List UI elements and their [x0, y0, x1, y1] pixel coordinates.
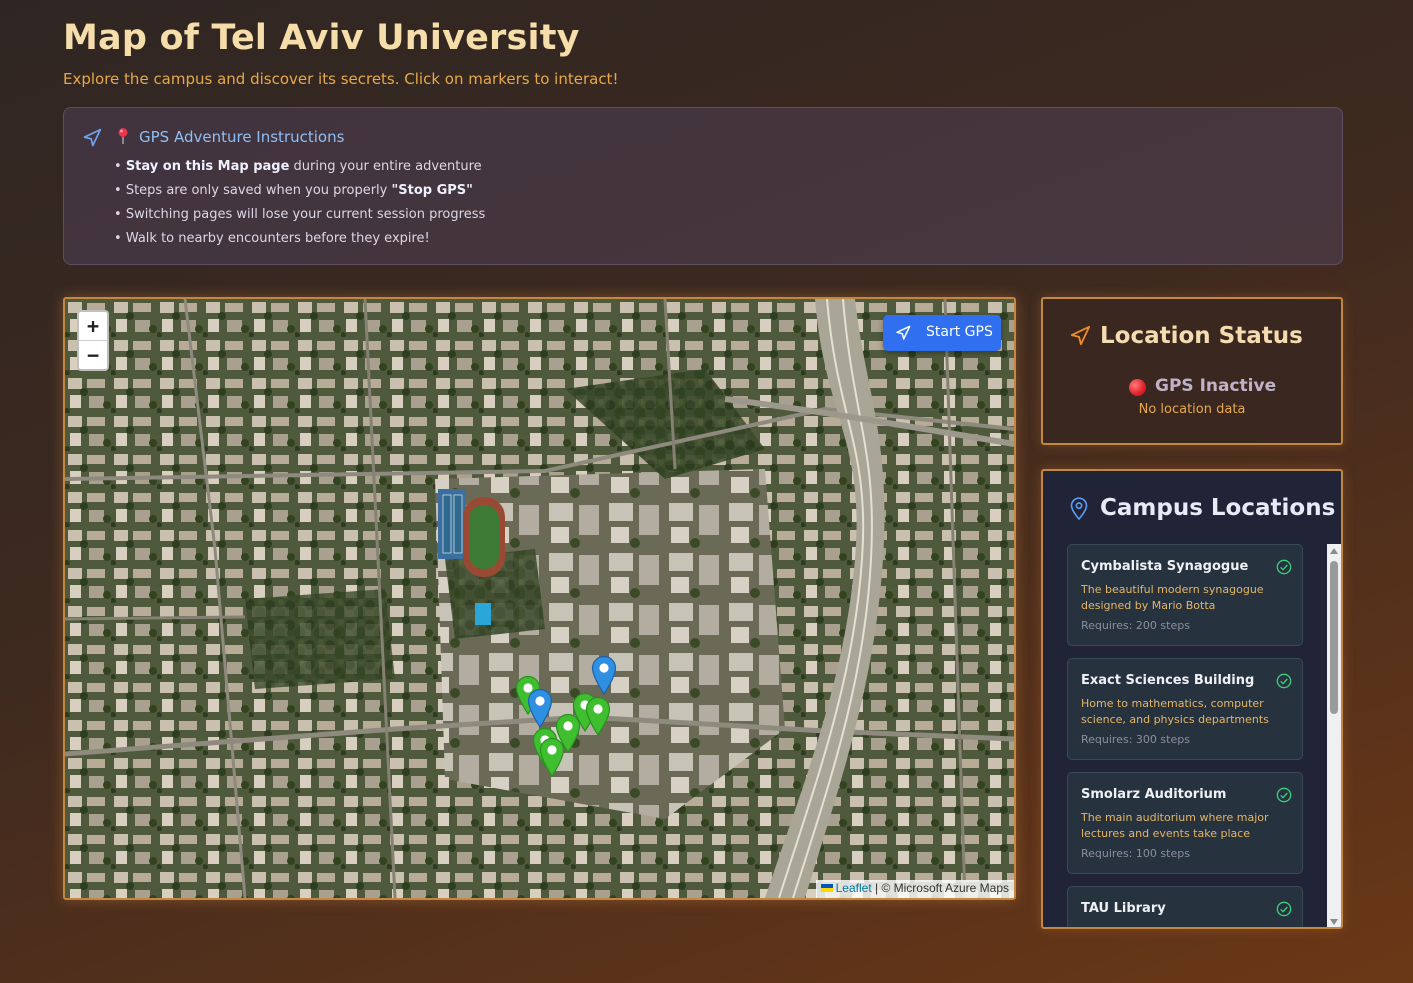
location-item-smolarz[interactable]: Smolarz Auditorium The main auditorium w…	[1067, 772, 1303, 874]
instruction-item: • Switching pages will lose your current…	[114, 207, 486, 222]
pushpin-icon	[118, 128, 128, 144]
instructions-title: GPS Adventure Instructions	[139, 128, 345, 146]
location-name: TAU Library	[1081, 901, 1166, 916]
check-circle-icon	[1276, 559, 1292, 575]
check-circle-icon	[1276, 901, 1292, 917]
map-attribution: Leaflet | © Microsoft Azure Maps	[815, 880, 1014, 898]
location-requirement: Requires: 300 steps	[1081, 733, 1190, 746]
location-item-library[interactable]: TAU Library	[1067, 886, 1303, 927]
check-circle-icon	[1276, 673, 1292, 689]
location-status-card: Location Status GPS Inactive No location…	[1041, 297, 1343, 445]
campus-locations-title: Campus Locations	[1100, 495, 1336, 521]
location-name: Cymbalista Synagogue	[1081, 559, 1249, 574]
location-description: The main auditorium where major lectures…	[1081, 811, 1269, 840]
instruction-item: • Stay on this Map page during your enti…	[114, 159, 482, 174]
map-marker-green[interactable]	[539, 737, 565, 778]
location-requirement: Requires: 200 steps	[1081, 619, 1190, 632]
map-marker-blue[interactable]	[527, 688, 553, 729]
scroll-up-arrow-icon[interactable]	[1330, 548, 1338, 554]
gps-status-text: GPS Inactive	[1155, 376, 1277, 396]
campus-map[interactable]: + − Start GPS Leaflet | © Microsoft Azur…	[63, 297, 1016, 900]
map-pin-icon	[539, 737, 565, 778]
map-pin-icon	[585, 696, 611, 737]
location-item-cymbalista[interactable]: Cymbalista Synagogue The beautiful moder…	[1067, 544, 1303, 646]
instructions-list: • Stay on this Map page during your enti…	[114, 157, 485, 253]
navigation-icon	[83, 128, 102, 147]
map-pin-icon	[527, 688, 553, 729]
start-gps-label: Start GPS	[926, 324, 993, 340]
ukraine-flag-icon	[820, 884, 833, 892]
zoom-control: + −	[77, 310, 109, 371]
campus-locations-card: Campus Locations Cymbalista Synagogue Th…	[1041, 469, 1343, 929]
navigation-icon	[896, 325, 911, 340]
locations-scrollbar[interactable]	[1327, 544, 1341, 927]
instruction-item: • Walk to nearby encounters before they …	[114, 231, 430, 246]
location-status-title: Location Status	[1100, 323, 1303, 349]
location-description: Home to mathematics, computer science, a…	[1081, 697, 1269, 726]
zoom-out-button[interactable]: −	[79, 341, 107, 369]
scroll-down-arrow-icon[interactable]	[1330, 919, 1338, 925]
satellite-imagery[interactable]	[65, 299, 1014, 898]
map-marker-green[interactable]	[585, 696, 611, 737]
check-circle-icon	[1276, 787, 1292, 803]
navigation-icon	[1070, 325, 1091, 346]
leaflet-link[interactable]: Leaflet	[836, 881, 872, 895]
location-name: Exact Sciences Building	[1081, 673, 1255, 688]
location-data-text: No location data	[1138, 402, 1246, 417]
map-marker-blue[interactable]	[591, 655, 617, 696]
zoom-in-button[interactable]: +	[79, 312, 107, 341]
location-requirement: Requires: 100 steps	[1081, 847, 1190, 860]
page-subtitle: Explore the campus and discover its secr…	[63, 70, 619, 88]
map-pin-icon	[591, 655, 617, 696]
scroll-thumb[interactable]	[1330, 561, 1338, 714]
location-item-exact-sciences[interactable]: Exact Sciences Building Home to mathemat…	[1067, 658, 1303, 760]
map-pin-icon	[1070, 497, 1088, 521]
location-description: The beautiful modern synagogue designed …	[1081, 583, 1264, 612]
start-gps-button[interactable]: Start GPS	[883, 315, 1001, 351]
instruction-item: • Steps are only saved when you properly…	[114, 183, 473, 198]
status-indicator-icon	[1129, 379, 1146, 396]
locations-list[interactable]: Cymbalista Synagogue The beautiful moder…	[1067, 544, 1329, 927]
gps-instructions-panel: GPS Adventure Instructions • Stay on thi…	[63, 107, 1343, 265]
page-title: Map of Tel Aviv University	[63, 18, 580, 58]
location-name: Smolarz Auditorium	[1081, 787, 1227, 802]
